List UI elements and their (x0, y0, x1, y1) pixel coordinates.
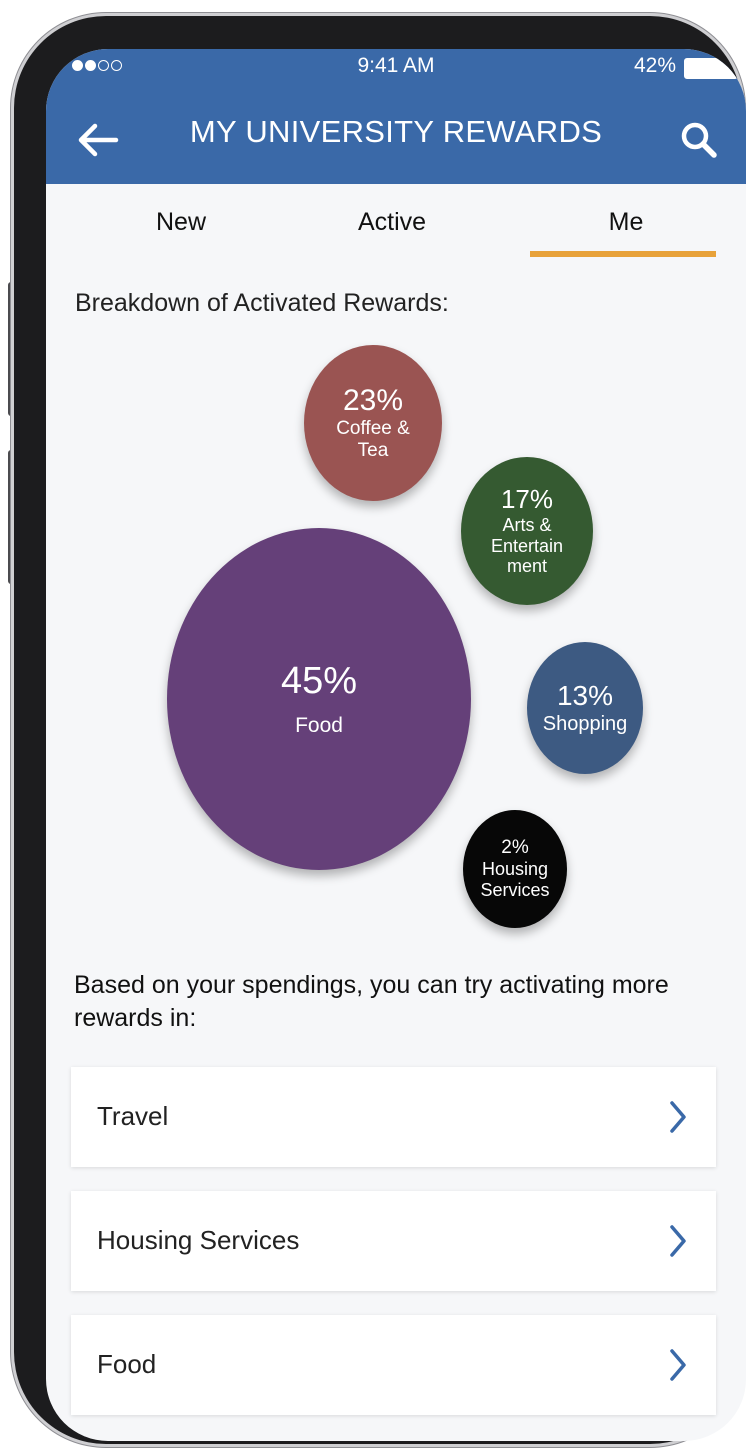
tab-active[interactable]: Active (312, 208, 472, 237)
screen: 9:41 AM 42% MY UNIVERSITY REWARDS New Ac… (46, 49, 746, 1441)
phone-frame: 9:41 AM 42% MY UNIVERSITY REWARDS New Ac… (14, 16, 746, 1444)
bubble-percent: 2% (501, 837, 529, 859)
bubble-percent: 13% (556, 680, 614, 712)
bubble-housing-services: 2% Housing Services (463, 810, 567, 928)
chevron-right-icon (670, 1349, 686, 1381)
bubble-percent: 23% (342, 383, 404, 417)
battery-icon (684, 58, 738, 79)
chevron-right-icon (670, 1225, 686, 1257)
tab-new[interactable]: New (106, 208, 256, 237)
suggestion-item-housing-services[interactable]: Housing Services (71, 1191, 716, 1291)
status-bar: 9:41 AM 42% (46, 49, 746, 83)
bubble-shopping: 13% Shopping (527, 642, 643, 774)
suggestion-item-travel[interactable]: Travel (71, 1067, 716, 1167)
bubble-arts-entertainment: 17% Arts & Entertain ment (461, 457, 593, 605)
suggestion-label: Travel (97, 1101, 169, 1131)
bubble-food: 45% Food (167, 528, 471, 870)
arrow-left-icon[interactable] (76, 123, 120, 157)
bubble-coffee-tea: 23% Coffee & Tea (304, 345, 442, 501)
bubble-percent: 45% (280, 660, 358, 703)
bubble-label: Arts & Entertain ment (490, 514, 564, 577)
bubble-label: Coffee & Tea (336, 418, 410, 462)
bubble-percent: 17% (500, 484, 554, 515)
bubble-label: Shopping (542, 712, 628, 735)
search-icon[interactable] (680, 121, 718, 159)
chevron-right-icon (670, 1101, 686, 1133)
app-header: 9:41 AM 42% MY UNIVERSITY REWARDS (46, 49, 746, 184)
page-title: MY UNIVERSITY REWARDS (189, 114, 603, 149)
suggestion-intro: Based on your spendings, you can try act… (74, 971, 669, 1032)
suggestion-label: Food (97, 1349, 157, 1379)
suggestion-item-food[interactable]: Food (71, 1315, 716, 1415)
selected-tab-indicator (530, 251, 716, 257)
breakdown-heading: Breakdown of Activated Rewards: (75, 289, 449, 317)
tab-me[interactable]: Me (536, 208, 716, 237)
suggestion-label: Housing Services (97, 1225, 300, 1255)
battery-percent: 42% (633, 54, 676, 77)
bubble-label: Housing Services (480, 859, 550, 900)
bubble-label: Food (295, 713, 343, 737)
